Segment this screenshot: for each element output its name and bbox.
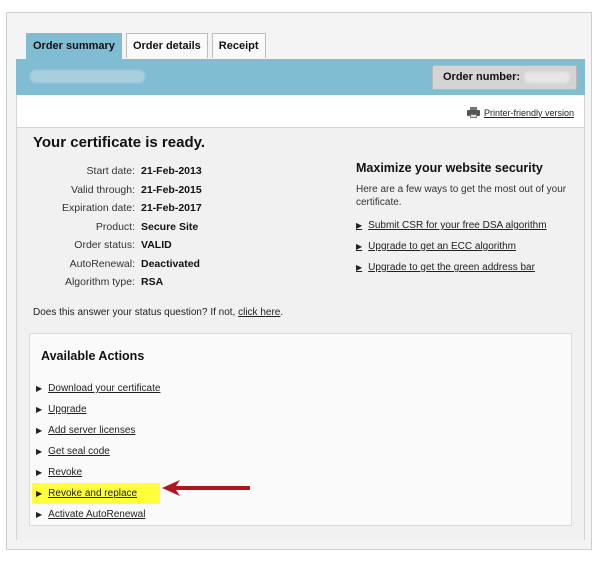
triangle-bullet-icon: ▶ [36,467,43,477]
action-get-seal-code[interactable]: ▶ Get seal code [32,441,160,462]
triangle-bullet-icon: ▶ [36,488,43,498]
order-summary-panel: Printer-friendly version Your certificat… [16,95,585,540]
maximize-security-section: Maximize your website security Here are … [356,161,576,282]
printer-friendly-label: Printer-friendly version [483,107,574,118]
action-label: Upgrade [48,404,87,415]
tab-bar: Order summary Order details Receipt [26,33,270,60]
action-label: Revoke [48,467,83,478]
redacted-email [30,70,145,83]
pointer-arrow-icon [162,480,250,496]
triangle-bullet-icon: ▶ [36,446,43,456]
link-label: Submit CSR for your free DSA algorithm [368,220,547,231]
click-here-link[interactable]: click here [238,307,280,318]
detail-value: 21-Feb-2017 [141,202,202,214]
triangle-bullet-icon: ▶ [356,263,363,272]
detail-label: Order status: [74,239,135,251]
action-activate-autorenewal[interactable]: ▶ Activate AutoRenewal [32,504,160,525]
action-label: Revoke and replace [48,488,138,499]
tab-order-details[interactable]: Order details [125,33,208,58]
page-title: Your certificate is ready. [33,134,206,151]
maximize-text: Here are a few ways to get the most out … [356,184,567,208]
detail-label: Product: [95,220,135,233]
triangle-bullet-icon: ▶ [356,221,363,230]
detail-value: Deactivated [141,257,200,270]
detail-value: 21-Feb-2015 [141,183,202,196]
detail-row-product: Product: Secure Site [33,221,303,240]
triangle-bullet-icon: ▶ [36,404,43,414]
detail-label: Expiration date: [62,202,135,214]
order-number-box: Order number: [432,65,577,90]
action-add-server-licenses[interactable]: ▶ Add server licenses [32,420,160,441]
maximize-title: Maximize your website security [356,161,543,175]
detail-value: Secure Site [141,220,199,233]
order-number-label: Order number: [443,71,521,83]
triangle-bullet-icon: ▶ [356,242,363,251]
link-label: Upgrade to get the green address bar [368,262,535,273]
detail-value: RSA [141,276,164,288]
detail-label: Start date: [86,165,135,177]
tab-receipt[interactable]: Receipt [211,33,266,58]
action-upgrade[interactable]: ▶ Upgrade [32,399,160,420]
action-revoke-and-replace[interactable]: ▶ Revoke and replace [32,483,161,504]
detail-value: VALID [141,239,172,251]
action-label: Activate AutoRenewal [48,509,146,520]
detail-row-expiration-date: Expiration date: 21-Feb-2017 [33,202,303,221]
detail-label: Algorithm type: [64,276,135,288]
redacted-order-number [524,72,570,83]
certificate-details: Start date: 21-Feb-2013 Valid through: 2… [33,165,303,295]
action-revoke[interactable]: ▶ Revoke [32,462,160,483]
detail-row-autorenewal: AutoRenewal: Deactivated [33,258,303,277]
action-label: Download your certificate [48,383,161,394]
available-actions-box: Available Actions ▶ Download your certif… [29,333,572,526]
detail-row-order-status: Order status: VALID [33,239,303,258]
panel-top-row: Printer-friendly version [17,95,584,128]
action-label: Get seal code [48,446,110,457]
printer-icon [466,107,480,118]
status-question-text: Does this answer your status question? I… [33,307,239,318]
detail-label: AutoRenewal: [69,257,135,270]
triangle-bullet-icon: ▶ [36,509,43,519]
detail-label: Valid through: [70,183,135,196]
detail-value: 21-Feb-2013 [141,165,202,177]
status-question-suffix: . [280,307,284,318]
status-question: Does this answer your status question? I… [33,307,283,318]
tab-order-summary[interactable]: Order summary [26,33,122,60]
action-download-certificate[interactable]: ▶ Download your certificate [32,378,160,399]
detail-row-algorithm-type: Algorithm type: RSA [33,276,303,295]
detail-row-valid-through: Valid through: 21-Feb-2015 [33,184,303,203]
actions-title: Available Actions [41,349,145,363]
link-submit-csr-dsa[interactable]: ▶ Submit CSR for your free DSA algorithm [356,219,576,240]
action-label: Add server licenses [48,425,136,436]
detail-row-start-date: Start date: 21-Feb-2013 [33,165,303,184]
actions-list: ▶ Download your certificate ▶ Upgrade ▶ … [32,378,161,525]
triangle-bullet-icon: ▶ [36,383,43,393]
link-upgrade-ecc[interactable]: ▶ Upgrade to get an ECC algorithm [356,240,576,261]
triangle-bullet-icon: ▶ [36,425,43,435]
link-label: Upgrade to get an ECC algorithm [368,241,517,252]
link-upgrade-green-bar[interactable]: ▶ Upgrade to get the green address bar [356,261,576,282]
printer-friendly-link[interactable]: Printer-friendly version [466,107,574,118]
order-header-bar: Order number: [16,59,585,95]
